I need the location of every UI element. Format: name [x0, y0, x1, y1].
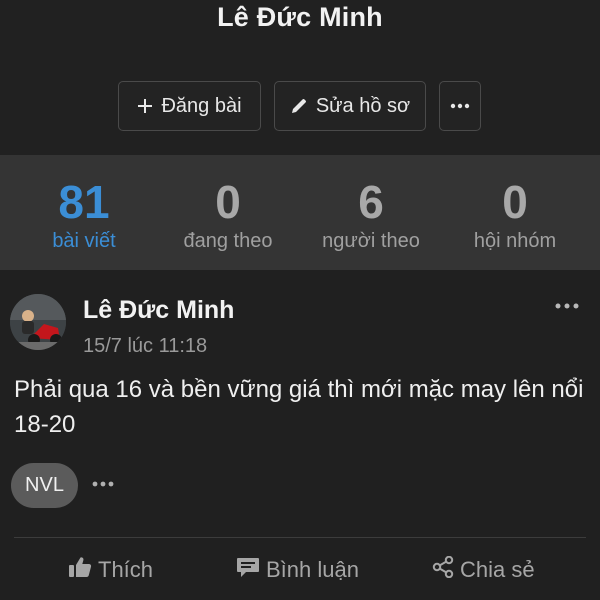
share-label: Chia sẻ — [460, 557, 535, 582]
stock-tag[interactable]: NVL — [11, 463, 78, 508]
more-options-button[interactable] — [439, 81, 481, 131]
post-card: Lê Đức Minh 15/7 lúc 11:18 Phải qua 16 v… — [0, 278, 600, 600]
ellipsis-icon — [92, 481, 114, 487]
divider — [14, 537, 586, 538]
profile-name: Lê Đức Minh — [217, 2, 383, 32]
avatar[interactable] — [10, 294, 66, 350]
profile-stats: 81 bài viết 0 đang theo 6 người theo 0 h… — [0, 155, 600, 270]
stat-groups[interactable]: 0 hội nhóm — [440, 155, 590, 270]
stat-following-label: đang theo — [183, 230, 273, 252]
profile-header: Lê Đức Minh Đăng bài Sửa hồ sơ — [0, 0, 600, 155]
stat-following-value: 0 — [215, 176, 241, 228]
share-icon — [432, 555, 454, 584]
stat-following[interactable]: 0 đang theo — [153, 155, 303, 270]
post-menu-button[interactable] — [550, 296, 584, 316]
stat-groups-value: 0 — [502, 176, 528, 228]
reaction-bar: Thích Bình luận Chia sẻ — [0, 540, 600, 600]
comment-button[interactable]: Bình luận — [236, 540, 359, 600]
post-timestamp[interactable]: 15/7 lúc 11:18 — [83, 335, 207, 358]
create-post-label: Đăng bài — [161, 94, 242, 117]
stat-followers-label: người theo — [322, 230, 420, 252]
edit-profile-button[interactable]: Sửa hồ sơ — [274, 81, 426, 131]
ellipsis-icon — [450, 103, 470, 109]
comment-label: Bình luận — [266, 557, 359, 582]
share-button[interactable]: Chia sẻ — [432, 540, 535, 600]
edit-profile-label: Sửa hồ sơ — [315, 94, 411, 117]
thumbs-up-icon — [68, 556, 92, 584]
like-button[interactable]: Thích — [68, 540, 153, 600]
ellipsis-icon — [555, 303, 579, 309]
post-content: Phải qua 16 và bền vững giá thì mới mặc … — [14, 376, 584, 438]
stat-posts[interactable]: 81 bài viết — [9, 155, 159, 270]
create-post-button[interactable]: Đăng bài — [118, 81, 261, 131]
stat-groups-label: hội nhóm — [473, 230, 557, 252]
pencil-icon — [290, 97, 308, 115]
comment-icon — [236, 556, 260, 584]
stat-followers[interactable]: 6 người theo — [296, 155, 446, 270]
like-label: Thích — [98, 557, 154, 582]
tag-more-button[interactable] — [90, 476, 116, 492]
stat-posts-label: bài viết — [52, 230, 116, 252]
stat-posts-value: 81 — [58, 176, 110, 228]
post-author[interactable]: Lê Đức Minh — [83, 296, 234, 325]
plus-icon — [137, 98, 153, 114]
stat-followers-value: 6 — [358, 176, 384, 228]
